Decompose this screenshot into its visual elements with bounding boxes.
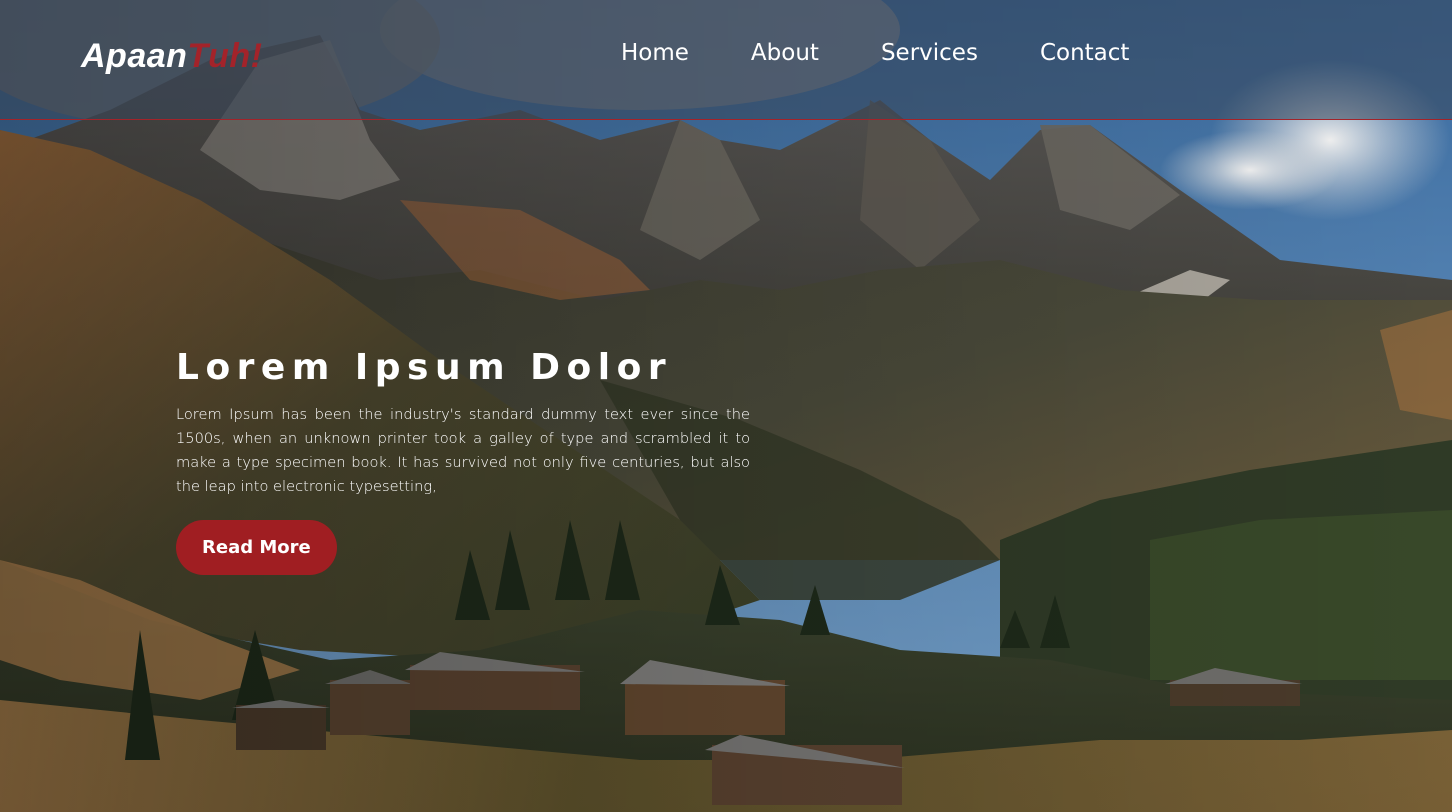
brand-accent: Tuh! xyxy=(187,37,263,75)
brand-primary: Apaan xyxy=(81,37,188,75)
hero-description: Lorem Ipsum has been the industry's stan… xyxy=(176,406,750,495)
nav-link-services[interactable]: Services xyxy=(850,34,1009,72)
read-more-button[interactable]: Read More xyxy=(176,520,337,575)
top-navbar: ApaanTuh! Home About Services Contact xyxy=(0,0,1452,120)
brand-logo[interactable]: ApaanTuh! xyxy=(81,37,262,76)
nav-link-about[interactable]: About xyxy=(720,34,850,72)
nav-menu: Home About Services Contact xyxy=(590,34,1160,72)
nav-link-contact[interactable]: Contact xyxy=(1009,34,1160,72)
hero-title: Lorem Ipsum Dolor xyxy=(176,347,673,388)
hero-content: Lorem Ipsum Dolor Lorem Ipsum has been t… xyxy=(176,343,750,575)
nav-link-home[interactable]: Home xyxy=(590,34,720,72)
